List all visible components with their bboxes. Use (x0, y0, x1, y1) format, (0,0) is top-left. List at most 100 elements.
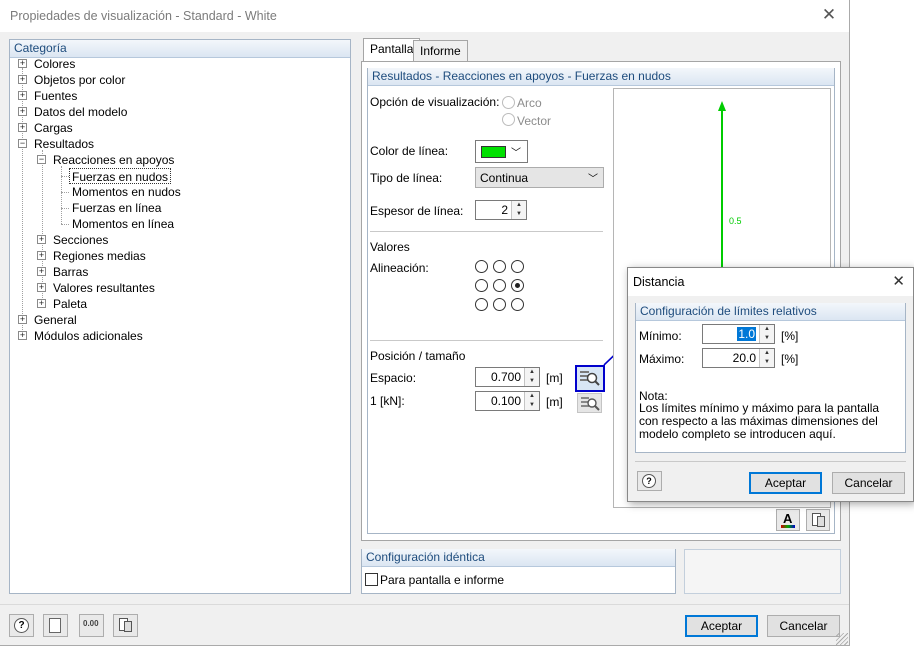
tree-item-barras[interactable]: Barras (53, 264, 88, 280)
expand-icon[interactable]: + (37, 251, 46, 260)
tree-item-valores-resultantes[interactable]: Valores resultantes (53, 280, 155, 296)
expand-icon[interactable]: + (18, 315, 27, 324)
same-for-screen-and-report-checkbox[interactable] (365, 573, 378, 586)
spin-arrows[interactable]: ▲ ▼ (759, 325, 774, 343)
tree-item-regiones-medias[interactable]: Regiones medias (53, 248, 146, 264)
align-radio-ml[interactable] (475, 279, 488, 292)
tree-item-resultados[interactable]: Resultados (34, 136, 94, 152)
line-width-label: Espesor de línea: (370, 204, 464, 218)
color-bar (781, 525, 795, 528)
tree-item-modulos-adicionales[interactable]: Módulos adicionales (34, 328, 143, 344)
arco-label: Arco (517, 96, 542, 110)
tree-item-secciones[interactable]: Secciones (53, 232, 108, 248)
spin-arrows[interactable]: ▲ ▼ (524, 368, 539, 386)
help-button[interactable]: ? (9, 614, 34, 637)
edit-button[interactable] (43, 614, 68, 637)
close-icon[interactable]: ✕ (892, 272, 905, 290)
copy-button[interactable] (113, 614, 138, 637)
tree-connector (61, 166, 62, 224)
expand-icon[interactable]: + (18, 123, 27, 132)
tree-item-fuerzas-en-linea[interactable]: Fuerzas en línea (72, 200, 161, 216)
tree-item-fuerzas-en-nudos[interactable]: Fuerzas en nudos (69, 168, 172, 184)
spin-arrows[interactable]: ▲ ▼ (524, 392, 539, 410)
align-radio-br[interactable] (511, 298, 524, 311)
align-radio-bl[interactable] (475, 298, 488, 311)
font-a-icon: A (783, 511, 793, 526)
vector-radio[interactable] (502, 113, 515, 126)
expand-icon[interactable]: + (18, 59, 27, 68)
line-type-label: Tipo de línea: (370, 171, 443, 185)
tree-connector (61, 208, 69, 209)
copy-settings-button[interactable] (806, 509, 830, 531)
help-icon: ? (14, 618, 29, 633)
identical-settings-header: Configuración idéntica (362, 549, 675, 567)
tree-item-objetos-por-color[interactable]: Objetos por color (34, 72, 125, 88)
tree-item-colores[interactable]: Colores (34, 56, 75, 72)
decimal-places-button[interactable]: 0.00 (79, 614, 104, 637)
maximum-label: Máximo: (639, 352, 685, 366)
expand-icon[interactable]: + (37, 299, 46, 308)
close-icon[interactable]: ✕ (817, 4, 841, 28)
tree-item-datos-del-modelo[interactable]: Datos del modelo (34, 104, 127, 120)
scale-settings-button[interactable] (577, 393, 602, 413)
line-type-select[interactable]: Continua ﹀ (475, 167, 604, 188)
tree-item-cargas[interactable]: Cargas (34, 120, 73, 136)
align-radio-mc[interactable] (493, 279, 506, 292)
cancel-button[interactable]: Cancelar (767, 615, 840, 637)
expand-icon[interactable]: + (37, 283, 46, 292)
font-color-button[interactable]: A (776, 509, 800, 531)
expand-icon[interactable]: + (18, 75, 27, 84)
tree-item-reacciones-en-apoyos[interactable]: Reacciones en apoyos (53, 152, 174, 168)
tree-item-momentos-en-linea[interactable]: Momentos en línea (72, 216, 174, 232)
dialog-ok-button[interactable]: Aceptar (749, 472, 822, 494)
expand-icon[interactable]: + (18, 91, 27, 100)
align-radio-mr[interactable] (511, 279, 524, 292)
arco-radio[interactable] (502, 96, 515, 109)
line-width-stepper[interactable]: 2 ▲ ▼ (475, 200, 527, 220)
scale-label: 1 [kN]: (370, 394, 405, 408)
same-for-screen-and-report-label: Para pantalla e informe (380, 573, 505, 587)
dialog-cancel-button[interactable]: Cancelar (832, 472, 905, 494)
tree-connector (42, 150, 43, 304)
align-radio-bc[interactable] (493, 298, 506, 311)
expand-icon[interactable]: + (37, 235, 46, 244)
scale-stepper[interactable]: 0.100 ▲ ▼ (475, 391, 540, 411)
footer-separator (0, 604, 849, 605)
tree-item-paleta[interactable]: Paleta (53, 296, 87, 312)
tree-item-fuentes[interactable]: Fuentes (34, 88, 77, 104)
expand-icon[interactable]: + (18, 107, 27, 116)
collapse-icon[interactable]: − (18, 139, 27, 148)
maximum-unit: [%] (781, 352, 799, 366)
maximum-stepper[interactable]: 20.0 ▲ ▼ (702, 348, 775, 368)
align-radio-tc[interactable] (493, 260, 506, 273)
title-bar: Propiedades de visualización - Standard … (0, 0, 849, 32)
values-label: Valores (370, 240, 410, 254)
dialog-help-button[interactable]: ? (637, 471, 662, 491)
spin-arrows[interactable]: ▲ ▼ (511, 201, 526, 219)
tree-item-general[interactable]: General (34, 312, 77, 328)
collapse-icon[interactable]: − (37, 155, 46, 164)
distance-settings-button[interactable] (575, 365, 605, 392)
spacing-stepper[interactable]: 0.700 ▲ ▼ (475, 367, 540, 387)
ok-button[interactable]: Aceptar (685, 615, 758, 637)
spacing-label: Espacio: (370, 371, 417, 385)
note-text: Los límites mínimo y máximo para la pant… (639, 401, 880, 441)
tree-connector (61, 192, 69, 193)
spin-arrows[interactable]: ▲ ▼ (759, 349, 774, 367)
line-color-picker[interactable]: ﹀ (475, 140, 528, 163)
resize-grip-icon[interactable] (836, 633, 848, 645)
tree-item-momentos-en-nudos[interactable]: Momentos en nudos (72, 184, 181, 200)
alignment-label: Alineación: (370, 261, 429, 275)
expand-icon[interactable]: + (37, 267, 46, 276)
chevron-down-icon: ﹀ (511, 148, 521, 159)
maximum-value: 20.0 (732, 351, 756, 365)
align-radio-tl[interactable] (475, 260, 488, 273)
tab-pantalla[interactable]: Pantalla (363, 38, 421, 62)
expand-icon[interactable]: + (18, 331, 27, 340)
results-header: Resultados - Reacciones en apoyos - Fuer… (368, 68, 834, 86)
edit-icon (49, 618, 61, 633)
color-swatch (481, 146, 506, 158)
align-radio-tr[interactable] (511, 260, 524, 273)
tab-informe[interactable]: Informe (413, 40, 468, 62)
minimum-stepper[interactable]: 1.0 ▲ ▼ (702, 324, 775, 344)
